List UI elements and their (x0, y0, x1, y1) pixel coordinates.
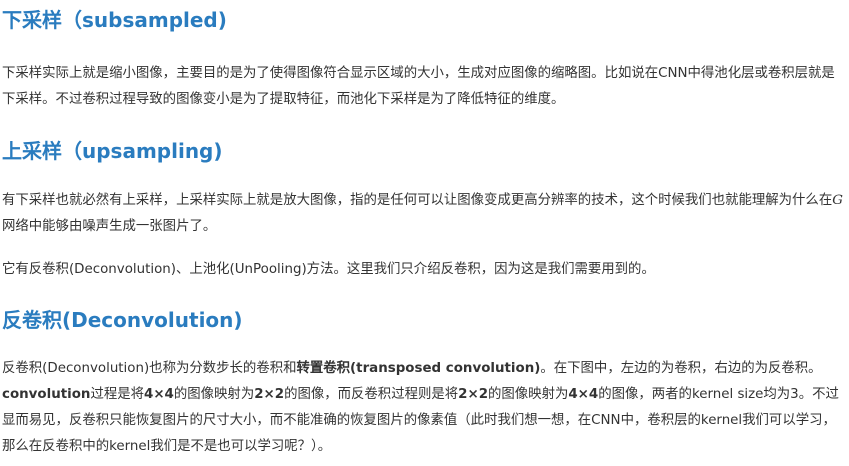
heading-upsampling: 上采样（upsampling) (2, 139, 223, 163)
deconv-text-6: 的图像映射为 (488, 387, 569, 402)
deconv-bold-size-2: 2×2 (254, 387, 285, 402)
deconv-bold-transposed: 转置卷积(transposed convolution) (296, 361, 541, 376)
deconv-text-5: 的图像，而反卷积过程则是将 (284, 387, 459, 402)
math-symbol-g: G (832, 193, 843, 208)
upsampling-text-before: 有下采样也就必然有上采样，上采样实际上就是放大图像，指的是任何可以让图像变成更高… (2, 193, 833, 208)
deconv-bold-size-3: 2×2 (458, 387, 489, 402)
deconv-text-4: 的图像映射为 (173, 387, 255, 402)
heading-deconvolution: 反卷积(Deconvolution) (2, 308, 243, 332)
deconv-bold-size-4: 4×4 (568, 387, 599, 402)
deconv-text-1: 反卷积(Deconvolution)也称为分数步长的卷积和 (2, 361, 297, 376)
article-content: 下采样（subsampled) 下采样实际上就是缩小图像，主要目的是为了使得图像… (0, 0, 849, 466)
paragraph-downsampling: 下采样实际上就是缩小图像，主要目的是为了使得图像符合显示区域的大小，生成对应图像… (2, 66, 835, 107)
heading-downsampling: 下采样（subsampled) (2, 8, 227, 32)
paragraph-deconvolution: 反卷积(Deconvolution)也称为分数步长的卷积和转置卷积(transp… (2, 356, 847, 460)
deconv-text-3: 过程是将 (90, 387, 145, 402)
deconv-text-2: 。在下图中，左边的为卷积，右边的为反卷积。 (540, 361, 822, 376)
deconv-bold-size-1: 4×4 (144, 387, 174, 402)
paragraph-upsampling-intro: 有下采样也就必然有上采样，上采样实际上就是放大图像，指的是任何可以让图像变成更高… (2, 188, 847, 240)
upsampling-text-after: 网络中能够由噪声生成一张图片了。 (2, 219, 217, 234)
deconv-bold-convolution: convolution (2, 387, 91, 402)
paragraph-upsampling-methods: 它有反卷积(Deconvolution)、上池化(UnPooling)方法。这里… (2, 262, 655, 277)
